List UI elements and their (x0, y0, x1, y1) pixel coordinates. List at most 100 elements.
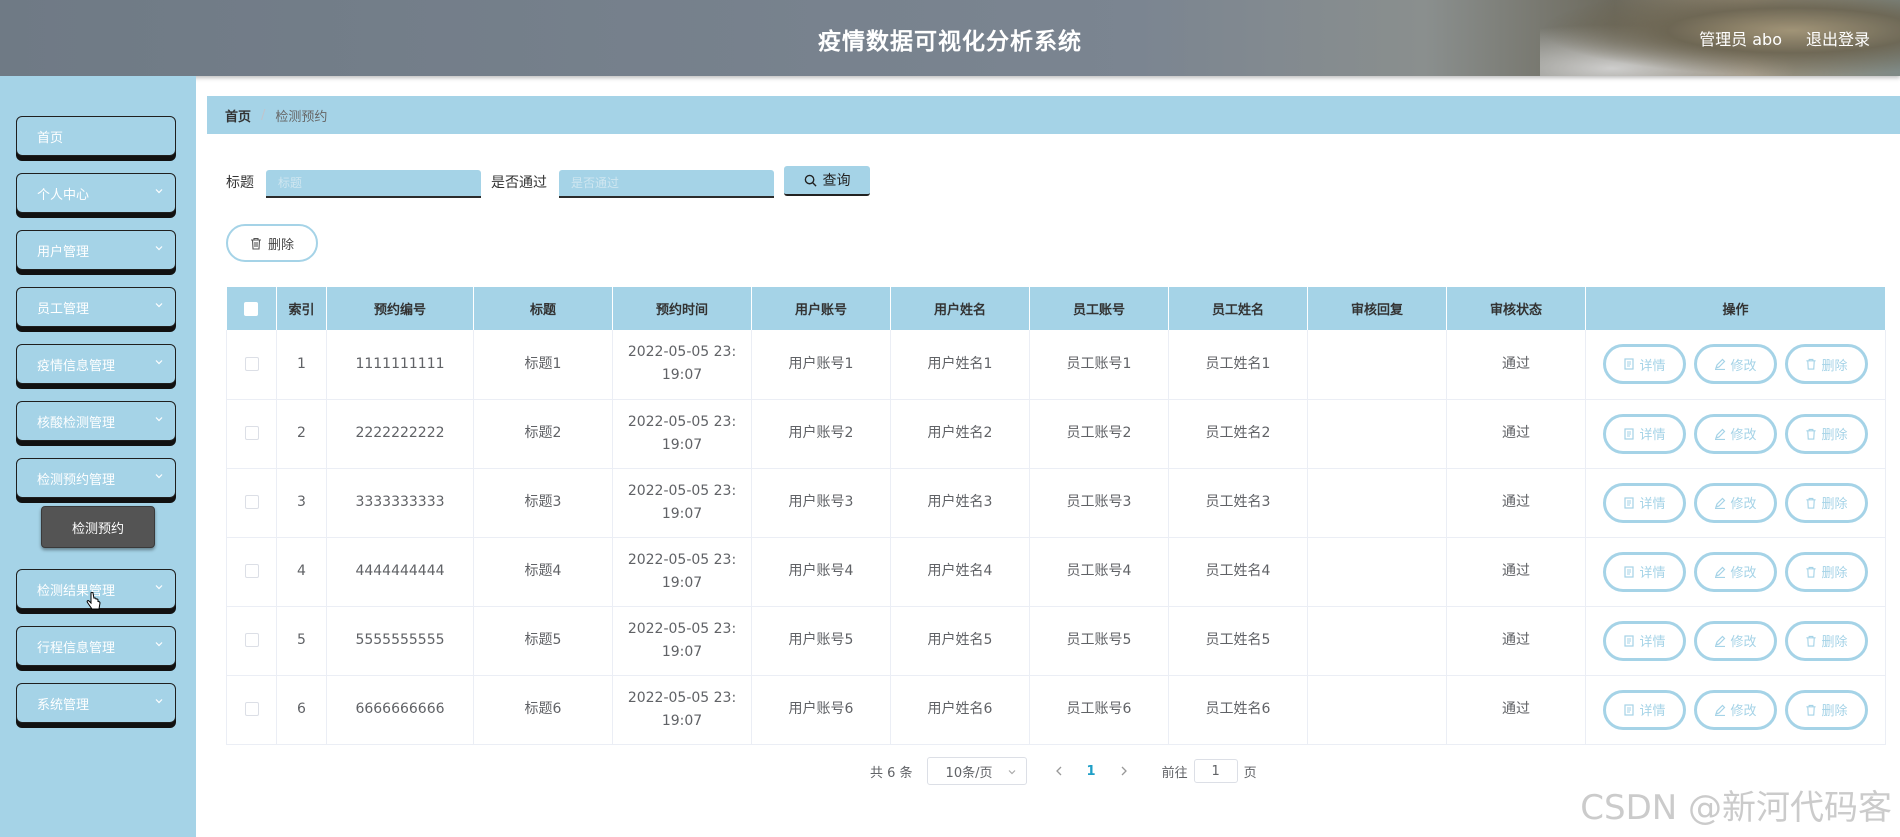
delete-label: 删除 (1821, 358, 1848, 374)
user-name: 用户姓名2 (890, 399, 1030, 469)
sidebar-item-epidemic-info-management[interactable]: 疫情信息管理 (16, 344, 176, 384)
staff-account: 员工账号5 (1029, 606, 1169, 676)
row-index: 4 (276, 537, 327, 607)
edit-button[interactable]: 修改 (1694, 689, 1777, 730)
chevron-right-icon (1121, 766, 1127, 776)
page-size-select[interactable]: 10条/页 (926, 757, 1027, 785)
review-reply (1307, 675, 1447, 745)
batch-delete-button[interactable]: 删除 (226, 224, 318, 262)
sidebar-item-nucleic-test-management[interactable]: 核酸检测管理 (16, 401, 176, 441)
detail-button[interactable]: 详情 (1603, 551, 1686, 592)
column-header: 预约编号 (326, 287, 474, 330)
sidebar-item-label: 核酸检测管理 (37, 415, 116, 431)
sidebar-item-appointment-management[interactable]: 检测预约管理 (16, 458, 176, 498)
trash-icon (1806, 359, 1817, 370)
row-select[interactable] (226, 468, 277, 538)
column-header: 用户姓名 (890, 287, 1030, 330)
column-header: 员工账号 (1029, 287, 1169, 330)
logout-link[interactable]: 退出登录 (1806, 26, 1870, 50)
pencil-icon (1715, 497, 1726, 509)
row-delete-button[interactable]: 删除 (1785, 344, 1868, 385)
chevron-down-icon (155, 246, 163, 251)
row-delete-button[interactable]: 删除 (1785, 551, 1868, 592)
row-delete-button[interactable]: 删除 (1785, 620, 1868, 661)
edit-button[interactable]: 修改 (1694, 413, 1777, 454)
sidebar-item-system-management[interactable]: 系统管理 (16, 683, 176, 723)
detail-button[interactable]: 详情 (1603, 689, 1686, 730)
checkbox[interactable] (244, 356, 259, 371)
edit-button[interactable]: 修改 (1694, 482, 1777, 523)
row-title: 标题1 (473, 330, 613, 400)
next-page-button[interactable] (1114, 761, 1134, 781)
checkbox[interactable] (244, 564, 259, 578)
checkbox[interactable] (244, 301, 259, 316)
appointment-code: 6666666666 (326, 675, 474, 745)
row-delete-button[interactable]: 删除 (1785, 482, 1868, 523)
document-icon (1624, 703, 1635, 716)
user-account: 用户账号6 (751, 675, 891, 745)
checkbox[interactable] (244, 702, 259, 716)
sidebar-item-user-management[interactable]: 用户管理 (16, 230, 176, 270)
chevron-down-icon (155, 417, 163, 422)
review-status: 通过 (1446, 675, 1586, 745)
row-title: 标题4 (473, 537, 613, 607)
sidebar-item-label: 系统管理 (37, 697, 90, 713)
review-status: 通过 (1446, 606, 1586, 676)
staff-account: 员工账号1 (1029, 330, 1169, 400)
breadcrumb: 首页 / 检测预约 (207, 96, 1900, 134)
goto-suffix: 页 (1243, 765, 1257, 781)
chevron-left-icon (1055, 766, 1062, 776)
select-all-checkbox[interactable] (226, 287, 277, 330)
document-icon (1624, 427, 1635, 440)
document-icon (1624, 634, 1635, 647)
staff-name: 员工姓名3 (1168, 468, 1308, 538)
detail-button[interactable]: 详情 (1603, 620, 1686, 661)
breadcrumb-home[interactable]: 首页 (225, 106, 251, 125)
chevron-down-icon (155, 189, 163, 194)
detail-button[interactable]: 详情 (1603, 413, 1686, 454)
checkbox[interactable] (244, 495, 259, 509)
row-delete-button[interactable]: 删除 (1785, 413, 1868, 454)
trash-icon (1806, 428, 1817, 440)
goto-page-input[interactable] (1193, 759, 1238, 783)
review-status: 通过 (1446, 468, 1586, 538)
edit-button[interactable]: 修改 (1694, 344, 1777, 385)
edit-button[interactable]: 修改 (1694, 551, 1777, 592)
staff-name: 员工姓名2 (1168, 399, 1308, 469)
row-select[interactable] (226, 675, 277, 745)
row-select[interactable] (226, 330, 277, 400)
row-select[interactable] (226, 537, 277, 607)
table-row: 6 6666666666 标题6 2022-05-05 23:19:07 用户账号6 用户… (226, 675, 1886, 745)
user-name: 用户姓名4 (890, 537, 1030, 607)
row-select[interactable] (226, 399, 277, 469)
row-actions: 详情 修改 删除 (1585, 399, 1886, 469)
row-delete-button[interactable]: 删除 (1785, 689, 1868, 730)
appointment-code: 1111111111 (326, 330, 474, 400)
submenu-item-appointment[interactable]: 检测预约 (41, 506, 155, 548)
sidebar-item-home[interactable]: 首页 (16, 116, 176, 156)
detail-button[interactable]: 详情 (1603, 482, 1686, 523)
row-select[interactable] (226, 606, 277, 676)
sidebar-item-itinerary-management[interactable]: 行程信息管理 (16, 626, 176, 666)
sidebar-item-label: 疫情信息管理 (37, 358, 116, 374)
detail-button[interactable]: 详情 (1603, 344, 1686, 385)
prev-page-button[interactable] (1049, 761, 1069, 781)
table-row: 5 5555555555 标题5 2022-05-05 23:19:07 用户账号5 用户… (226, 606, 1886, 676)
document-icon (1624, 358, 1635, 370)
current-page-number[interactable]: 1 (1087, 764, 1096, 779)
table-row: 4 4444444444 标题4 2022-05-05 23:19:07 用户账号4 用户… (226, 537, 1886, 607)
edit-button[interactable]: 修改 (1694, 620, 1777, 661)
pass-filter-input[interactable] (559, 170, 774, 198)
query-button[interactable]: 查询 (784, 166, 870, 196)
sidebar-item-personal-center[interactable]: 个人中心 (16, 173, 176, 213)
checkbox[interactable] (244, 633, 259, 647)
review-status: 通过 (1446, 537, 1586, 607)
checkbox[interactable] (244, 426, 259, 440)
title-filter-input[interactable] (266, 170, 481, 198)
table-row: 3 3333333333 标题3 2022-05-05 23:19:07 用户账号3 用户… (226, 468, 1886, 538)
query-button-label: 查询 (822, 173, 851, 189)
user-name: 用户姓名6 (890, 675, 1030, 745)
sidebar-item-staff-management[interactable]: 员工管理 (16, 287, 176, 327)
row-actions: 详情 修改 删除 (1585, 606, 1886, 676)
appointment-time: 2022-05-05 23:19:07 (612, 330, 752, 400)
